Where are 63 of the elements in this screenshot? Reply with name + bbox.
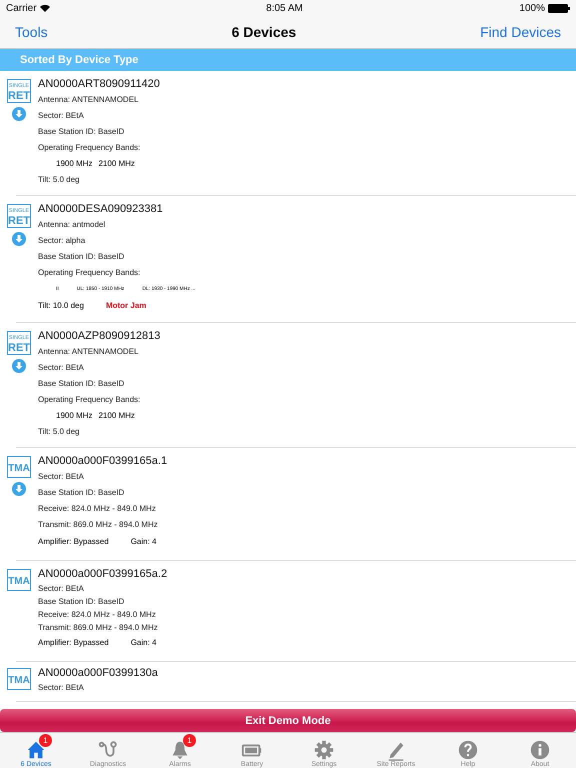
device-detail: Antenna: ANTENNAMODEL [38,346,140,358]
frequency-label: 2100 MHz [98,158,135,170]
device-detail: Base Station ID: BaseID [38,487,126,499]
device-detail: Transmit: 869.0 MHz - 894.0 MHz [38,519,159,531]
frequency-label: 2100 MHz [98,410,135,422]
device-detail: Sector: BEtA [38,583,85,595]
device-detail: Sector: BEtA [38,471,85,483]
download-icon[interactable] [12,232,26,246]
device-detail: Base Station ID: BaseID [38,126,126,138]
device-type-logo: TMA [7,456,31,478]
frequency-label: 1900 MHz [56,410,92,422]
device-detail: Sector: BEtA [38,682,85,694]
clock-text: 8:05 AM [266,2,303,14]
device-row[interactable]: TMA AN0000a000F0399165a.1 Sector: BEtA Base Station ID: BaseID Receive: 824.0 MHz - 849.0 MHz Transmit: 869.0 MHz - 894.0 MHz Amplifier: Bypassed Gain: 4 [0,448,576,561]
alert-text: Motor Jam [106,300,146,312]
device-detail: Operating Frequency Bands: [38,142,142,154]
device-detail: Base Station ID: BaseID [38,251,126,263]
device-id: AN0000a000F0399165a.2 [38,567,168,582]
device-detail: Amplifier: Bypassed [38,536,109,548]
settings-icon [313,739,335,761]
nav-title: 6 Devices [232,24,296,40]
device-id: AN0000ART8090911420 [38,77,160,92]
wifi-icon [40,4,50,12]
device-id: AN0000a000F0399130a [38,666,158,681]
find-devices-button[interactable]: Find Devices [480,24,561,40]
notification-badge: 1 [39,734,52,747]
device-detail: Receive: 824.0 MHz - 849.0 MHz [38,503,157,515]
device-detail: Transmit: 869.0 MHz - 894.0 MHz [38,622,159,634]
help-icon [457,739,479,761]
device-type-logo: TMA [7,668,31,690]
device-detail: Receive: 824.0 MHz - 849.0 MHz [38,609,157,621]
download-icon[interactable] [12,482,26,496]
device-detail: Gain: 4 [130,536,156,548]
device-id: AN0000AZP8090912813 [38,329,160,344]
device-detail: Gain: 4 [130,637,156,649]
frequency-label: 1900 MHz [56,158,92,170]
exit-demo-button[interactable]: Exit Demo Mode [0,709,576,732]
house-icon [25,739,47,761]
device-detail: Amplifier: Bypassed [38,637,109,649]
info-icon [529,739,551,761]
device-id: AN0000a000F0399165a.1 [38,454,168,469]
download-icon[interactable] [12,359,26,373]
device-detail: Tilt: 5.0 deg [38,426,81,438]
device-detail: Antenna: ANTENNAMODEL [38,94,140,106]
device-detail: Antenna: antmodel [38,219,106,231]
tools-button[interactable]: Tools [15,24,48,40]
device-detail: Base Station ID: BaseID [38,378,126,390]
device-detail: Operating Frequency Bands: [38,394,142,406]
device-detail: Sector: alpha [38,235,86,247]
carrier-text: Carrier [6,2,37,14]
device-detail: Sector: BEtA [38,110,85,122]
notification-badge: 1 [183,734,196,747]
device-type-logo: TMA [7,569,31,591]
device-detail: Tilt: 5.0 deg [38,174,81,186]
device-id: AN0000DESA090923381 [38,202,164,217]
device-detail: Operating Frequency Bands: [38,267,142,279]
battery-text: 100% [519,2,545,14]
battery-icon [548,4,570,12]
download-icon[interactable] [12,107,26,121]
device-detail: Sector: BEtA [38,362,85,374]
device-detail: Tilt: 10.0 deg [38,300,84,312]
device-detail: Base Station ID: BaseID [38,596,126,608]
section-header: Sorted By Device Type [0,49,576,71]
